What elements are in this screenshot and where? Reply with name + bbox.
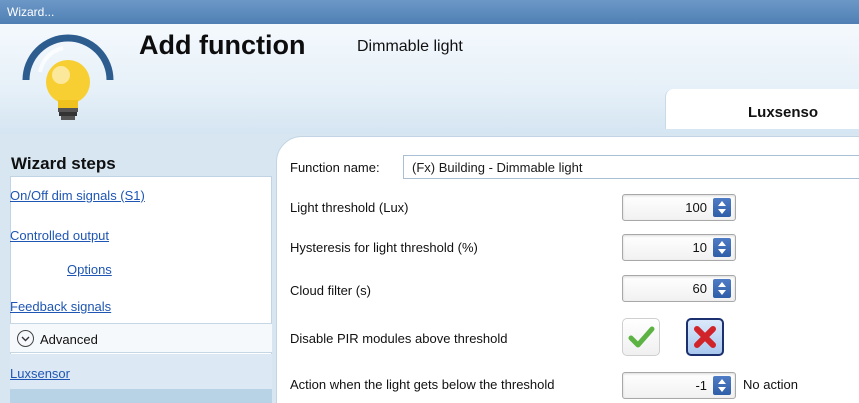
spinner-arrows-icon[interactable] [713,279,731,298]
advanced-label: Advanced [40,332,98,347]
hysteresis-value: 10 [692,240,707,255]
hysteresis-label: Hysteresis for light threshold (%) [290,240,478,255]
step-on-off-dim-signals[interactable]: On/Off dim signals (S1) [10,188,145,203]
step-feedback-signals[interactable]: Feedback signals [10,299,111,314]
light-bulb-icon [22,34,114,120]
spinner-arrows-icon[interactable] [713,376,731,395]
cloud-filter-label: Cloud filter (s) [290,283,371,298]
disable-pir-label: Disable PIR modules above threshold [290,331,508,346]
window-title: Wizard... [7,5,55,19]
enable-check-button[interactable] [622,318,660,356]
check-icon [628,326,655,348]
light-threshold-stepper[interactable]: 100 [622,194,736,221]
sidebar-bottom-strip [10,389,272,403]
hysteresis-stepper[interactable]: 10 [622,234,736,261]
cloud-filter-value: 60 [692,281,707,296]
light-threshold-label: Light threshold (Lux) [290,200,409,215]
light-threshold-value: 100 [685,200,707,215]
advanced-expander[interactable]: Advanced [10,323,272,353]
window-title-bar: Wizard... [0,0,859,24]
disable-cross-button[interactable] [686,318,724,356]
wizard-steps-title: Wizard steps [11,154,116,173]
cloud-filter-stepper[interactable]: 60 [622,275,736,302]
tab-luxsensor-label: Luxsenso [748,104,819,121]
spinner-arrows-icon[interactable] [713,198,731,217]
step-controlled-output[interactable]: Controlled output [10,228,109,243]
action-below-threshold-label: Action when the light gets below the thr… [290,377,555,392]
step-options[interactable]: Options [67,262,112,277]
function-type-subtitle: Dimmable light [357,38,463,55]
page-title: Add function [139,30,306,60]
spinner-arrows-icon[interactable] [713,238,731,257]
function-name-field[interactable]: (Fx) Building - Dimmable light [403,155,859,179]
action-description: No action [743,377,798,392]
step-luxsensor[interactable]: Luxsensor [10,366,70,381]
cross-icon [694,326,716,348]
action-value: -1 [695,378,707,393]
action-below-threshold-stepper[interactable]: -1 [622,372,736,399]
chevron-down-icon[interactable] [17,330,34,347]
function-name-label: Function name: [290,160,380,175]
